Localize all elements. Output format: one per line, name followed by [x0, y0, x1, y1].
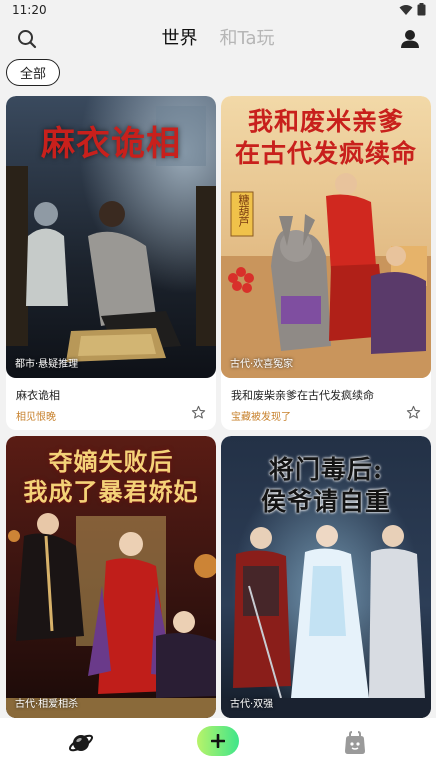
- star-icon[interactable]: [191, 405, 206, 420]
- profile-icon[interactable]: [398, 27, 422, 51]
- story-card[interactable]: 夺嫡失败后 我成了暴君娇妃 古代·相爱相杀: [6, 436, 216, 718]
- card-meta: 麻衣诡相 相见恨晚: [6, 378, 216, 430]
- author-name[interactable]: 宝藏被发现了: [231, 408, 291, 423]
- story-cover[interactable]: 夺嫡失败后 我成了暴君娇妃 古代·相爱相杀: [6, 436, 216, 718]
- add-icon: [211, 734, 225, 748]
- filter-chip-all[interactable]: 全部: [6, 59, 60, 86]
- tab-world[interactable]: 世界: [161, 26, 197, 52]
- genre-tag: 古代·欢喜冤家: [230, 359, 294, 370]
- status-bar: 11:20: [0, 0, 436, 20]
- story-cover[interactable]: 将门毒后: 侯爷请自重 古代·双强: [221, 436, 431, 718]
- author-name[interactable]: 相见恨晚: [16, 408, 56, 423]
- story-card[interactable]: 将门毒后: 侯爷请自重 古代·双强: [221, 436, 431, 718]
- star-icon[interactable]: [406, 405, 421, 420]
- planet-icon[interactable]: [68, 730, 94, 756]
- story-card[interactable]: 麻衣诡相 都市·悬疑推理 麻衣诡相 相见恨晚: [6, 96, 216, 430]
- top-tabs: 世界 和Ta玩: [0, 26, 436, 52]
- story-cover[interactable]: 我和废米亲爹 在古代发疯续命 糖葫芦 古代·欢喜冤家: [221, 96, 431, 378]
- cover-title-line1: 我和废米亲爹: [247, 107, 404, 136]
- book-title: 麻衣诡相: [16, 389, 60, 402]
- genre-tag: 古代·相爱相杀: [15, 699, 79, 710]
- cover-title-line2: 我成了暴君娇妃: [23, 477, 199, 506]
- cover-sign: 糖葫芦: [237, 194, 250, 227]
- card-meta: 我和废柴亲爹在古代发疯续命 宝藏被发现了: [221, 378, 431, 430]
- genre-tag: 都市·悬疑推理: [15, 359, 79, 370]
- cover-title-line1: 将门毒后:: [268, 455, 384, 484]
- cover-title: 麻衣诡相: [41, 124, 181, 164]
- status-icons: [399, 3, 426, 16]
- add-button[interactable]: [197, 726, 239, 756]
- top-header: 世界 和Ta玩: [0, 20, 436, 58]
- story-card[interactable]: 我和废米亲爹 在古代发疯续命 糖葫芦 古代·欢喜冤家 我和废柴亲爹在古代发疯续命…: [221, 96, 431, 430]
- status-time: 11:20: [12, 3, 47, 17]
- wifi-icon: [399, 4, 413, 15]
- cover-title-line2: 在古代发疯续命: [234, 139, 417, 168]
- story-cover[interactable]: 麻衣诡相 都市·悬疑推理: [6, 96, 216, 378]
- battery-icon: [417, 3, 426, 16]
- cover-title-line2: 侯爷请自重: [260, 487, 391, 516]
- book-title: 我和废柴亲爹在古代发疯续命: [231, 389, 374, 402]
- tab-play-with-ta[interactable]: 和Ta玩: [219, 26, 274, 52]
- genre-tag: 古代·双强: [230, 699, 274, 710]
- bottom-nav: [0, 718, 436, 776]
- bag-icon[interactable]: [342, 730, 368, 756]
